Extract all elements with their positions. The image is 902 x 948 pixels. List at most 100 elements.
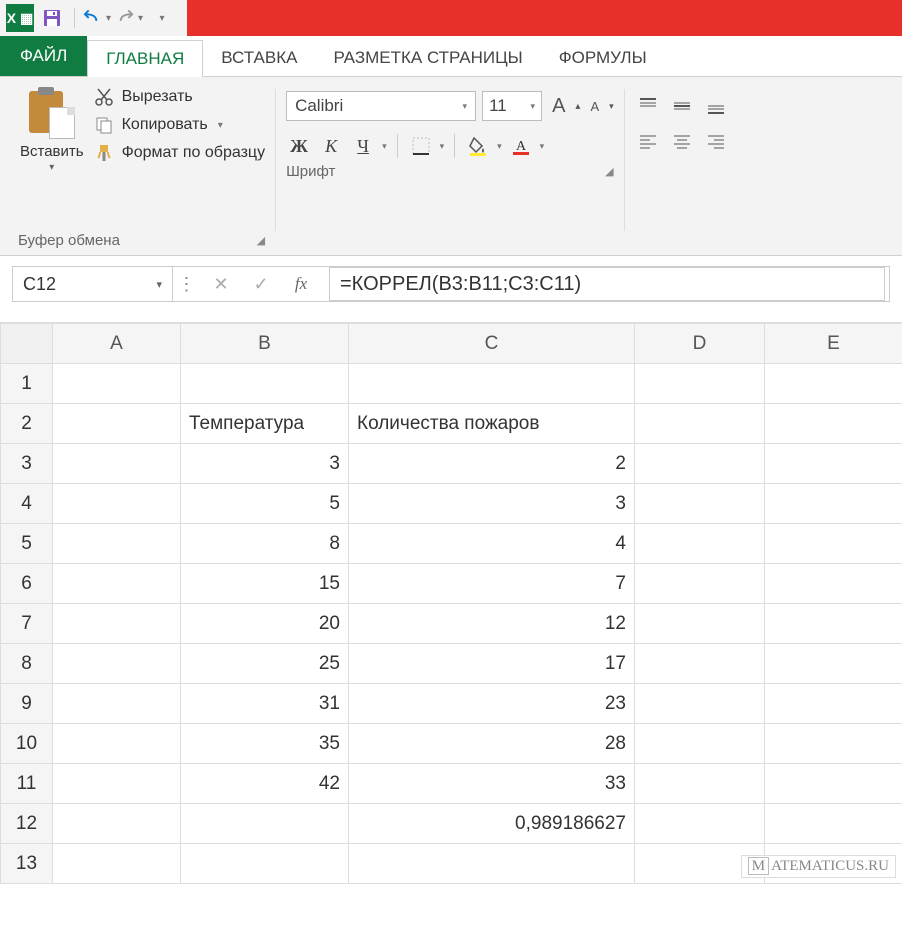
row-header[interactable]: 11 — [1, 764, 53, 804]
cell[interactable] — [635, 644, 765, 684]
cell[interactable] — [181, 364, 349, 404]
cut-button[interactable]: Вырезать — [94, 87, 265, 107]
font-size-select[interactable]: 11 ▾ — [482, 91, 542, 121]
cell[interactable]: 31 — [181, 684, 349, 724]
cell[interactable] — [53, 764, 181, 804]
cell[interactable] — [53, 644, 181, 684]
cell[interactable]: 8 — [181, 524, 349, 564]
row-header[interactable]: 1 — [1, 364, 53, 404]
align-right-button[interactable] — [703, 129, 729, 155]
cell[interactable] — [635, 804, 765, 844]
cell[interactable]: 20 — [181, 604, 349, 644]
row-header[interactable]: 9 — [1, 684, 53, 724]
cell[interactable] — [635, 764, 765, 804]
cell[interactable] — [53, 844, 181, 884]
formula-bar-handle[interactable]: ⋮ — [173, 274, 201, 295]
cell[interactable]: 23 — [349, 684, 635, 724]
cell[interactable] — [53, 444, 181, 484]
cell[interactable]: 0,989186627 — [349, 804, 635, 844]
cell[interactable]: 5 — [181, 484, 349, 524]
cell[interactable] — [765, 604, 902, 644]
row-header[interactable]: 5 — [1, 524, 53, 564]
cell[interactable]: Температура — [181, 404, 349, 444]
row-header[interactable]: 10 — [1, 724, 53, 764]
cell[interactable]: 12 — [349, 604, 635, 644]
cell[interactable] — [349, 844, 635, 884]
dialog-launcher-icon[interactable]: ◢ — [257, 234, 265, 247]
tab-page-layout[interactable]: РАЗМЕТКА СТРАНИЦЫ — [315, 40, 540, 76]
cell[interactable] — [349, 364, 635, 404]
cell[interactable] — [635, 684, 765, 724]
col-header[interactable]: A — [53, 324, 181, 364]
cancel-formula-button[interactable]: ✕ — [201, 274, 241, 295]
tab-home[interactable]: ГЛАВНАЯ — [87, 40, 203, 77]
shrink-font-button[interactable]: A — [586, 99, 603, 114]
cell[interactable] — [53, 404, 181, 444]
cell[interactable]: 3 — [349, 484, 635, 524]
border-button[interactable] — [408, 133, 434, 159]
dialog-launcher-icon[interactable]: ◢ — [605, 165, 613, 178]
cell[interactable]: 35 — [181, 724, 349, 764]
name-box[interactable]: C12 ▾ — [13, 267, 173, 301]
cell[interactable]: 15 — [181, 564, 349, 604]
col-header[interactable]: B — [181, 324, 349, 364]
row-header[interactable]: 8 — [1, 644, 53, 684]
undo-button[interactable]: ▾ — [83, 4, 111, 32]
col-header[interactable]: D — [635, 324, 765, 364]
cell[interactable]: 4 — [349, 524, 635, 564]
paste-button[interactable]: Вставить ▾ — [18, 83, 86, 175]
align-center-button[interactable] — [669, 129, 695, 155]
redo-button[interactable]: ▾ — [115, 4, 143, 32]
select-all-corner[interactable] — [1, 324, 53, 364]
bold-button[interactable]: Ж — [286, 133, 312, 159]
cell[interactable] — [53, 804, 181, 844]
cell[interactable] — [765, 484, 902, 524]
cell[interactable]: 25 — [181, 644, 349, 684]
format-painter-button[interactable]: Формат по образцу — [94, 143, 265, 163]
copy-button[interactable]: Копировать ▾ — [94, 115, 265, 135]
cell[interactable] — [765, 444, 902, 484]
cell[interactable]: 3 — [181, 444, 349, 484]
cell[interactable] — [765, 564, 902, 604]
cell[interactable] — [635, 444, 765, 484]
align-top-button[interactable] — [635, 93, 661, 119]
col-header[interactable]: E — [765, 324, 902, 364]
grow-font-button[interactable]: A — [548, 95, 569, 118]
cell[interactable] — [53, 564, 181, 604]
cell[interactable] — [53, 684, 181, 724]
row-header[interactable]: 12 — [1, 804, 53, 844]
cell[interactable] — [765, 524, 902, 564]
row-header[interactable]: 7 — [1, 604, 53, 644]
cell[interactable] — [765, 644, 902, 684]
cell[interactable] — [765, 804, 902, 844]
row-header[interactable]: 3 — [1, 444, 53, 484]
align-bottom-button[interactable] — [703, 93, 729, 119]
cell[interactable] — [765, 404, 902, 444]
row-header[interactable]: 6 — [1, 564, 53, 604]
align-middle-button[interactable] — [669, 93, 695, 119]
formula-input[interactable]: =КОРРЕЛ(B3:B11;C3:C11) — [329, 267, 885, 301]
cell[interactable]: 28 — [349, 724, 635, 764]
cell[interactable] — [635, 724, 765, 764]
cell[interactable] — [181, 844, 349, 884]
cell[interactable]: 7 — [349, 564, 635, 604]
cell[interactable]: Количества пожаров — [349, 404, 635, 444]
enter-formula-button[interactable]: ✓ — [241, 274, 281, 295]
cell[interactable] — [635, 404, 765, 444]
cell[interactable] — [765, 684, 902, 724]
cell[interactable] — [181, 804, 349, 844]
row-header[interactable]: 4 — [1, 484, 53, 524]
align-left-button[interactable] — [635, 129, 661, 155]
cell[interactable] — [765, 364, 902, 404]
cell[interactable] — [635, 604, 765, 644]
cell[interactable] — [635, 524, 765, 564]
italic-button[interactable]: К — [318, 133, 344, 159]
cell[interactable]: 42 — [181, 764, 349, 804]
cell[interactable] — [635, 564, 765, 604]
cell[interactable]: 33 — [349, 764, 635, 804]
col-header[interactable]: C — [349, 324, 635, 364]
cell[interactable] — [53, 524, 181, 564]
spreadsheet-grid[interactable]: A B C D E 12 ТемператураКоличества пожаро… — [0, 322, 902, 884]
cell[interactable] — [53, 364, 181, 404]
tab-formulas[interactable]: ФОРМУЛЫ — [541, 40, 665, 76]
